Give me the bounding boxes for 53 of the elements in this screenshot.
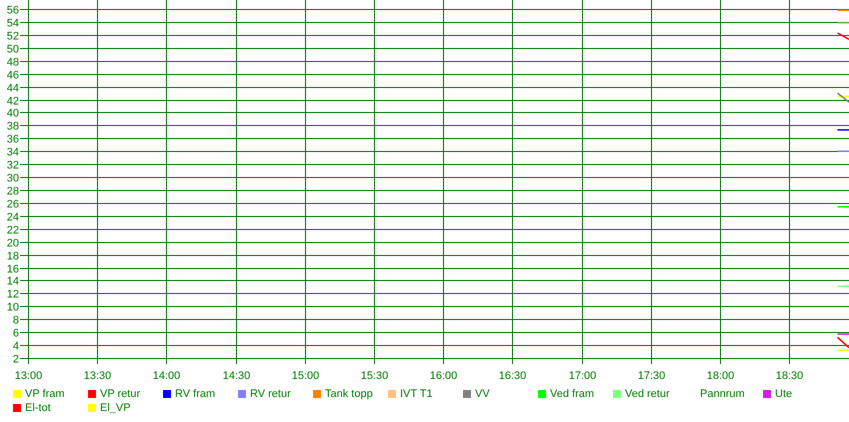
legend-label: VP retur	[100, 388, 140, 400]
y-tick-label: 50	[6, 44, 19, 56]
y-tick-label: 48	[6, 56, 19, 68]
y-tick-label: 12	[6, 288, 19, 300]
y-tick-label: 18	[6, 250, 19, 262]
x-tick-label: 16:00	[430, 370, 458, 382]
y-tick-label: 4	[12, 340, 19, 352]
y-tick-label: 30	[6, 172, 19, 184]
legend-label: IVT T1	[400, 388, 433, 400]
x-tick-label: 13:30	[84, 370, 112, 382]
y-tick-label: 34	[6, 146, 19, 158]
x-tick-label: 14:00	[152, 370, 180, 382]
x-tick-label: 17:30	[638, 370, 666, 382]
y-tick-label: 40	[6, 108, 19, 120]
legend-label: Pannrum	[700, 388, 745, 400]
y-tick-label: 36	[6, 134, 19, 146]
legend-label: El-tot	[25, 402, 51, 413]
y-tick-label: 16	[6, 264, 19, 276]
x-tick-label: 13:00	[14, 370, 42, 382]
y-tick-label: 44	[6, 82, 19, 94]
x-tick-label: 15:30	[360, 370, 388, 382]
legend-label: VV	[475, 388, 490, 400]
y-tick-label: 10	[6, 302, 19, 314]
legend-label: El_VP	[100, 402, 131, 413]
legend-label: Ute	[775, 388, 792, 400]
y-tick-label: 54	[6, 18, 19, 30]
x-tick-label: 14:30	[222, 370, 250, 382]
x-tick-label: 18:00	[706, 370, 734, 382]
legend-label: Tank topp	[325, 388, 373, 400]
y-tick-label: 6	[12, 328, 19, 340]
y-tick-label: 38	[6, 120, 19, 132]
y-tick-label: 2	[12, 354, 19, 366]
legend-label: Ved retur	[625, 388, 670, 400]
y-tick-label: 52	[6, 30, 19, 42]
legend-label: VP fram	[25, 388, 65, 400]
y-tick-label: 28	[6, 186, 19, 198]
y-tick-label: 26	[6, 198, 19, 210]
y-tick-label: 32	[6, 160, 19, 172]
y-tick-label: 22	[6, 224, 19, 236]
y-tick-label: 24	[6, 212, 19, 224]
legend-label: RV retur	[250, 388, 291, 400]
x-tick-label: 18:30	[776, 370, 804, 382]
x-tick-label: 15:00	[292, 370, 320, 382]
y-tick-label: 42	[6, 96, 19, 108]
x-tick-label: 17:00	[568, 370, 596, 382]
legend-label: RV fram	[175, 388, 216, 400]
legend-label: Ved fram	[550, 388, 594, 400]
x-tick-label: 16:30	[498, 370, 526, 382]
y-tick-label: 20	[6, 238, 19, 250]
y-tick-label: 56	[6, 4, 19, 16]
y-tick-label: 14	[6, 276, 19, 288]
y-tick-label: 8	[12, 314, 19, 326]
y-tick-label: 46	[6, 70, 19, 82]
